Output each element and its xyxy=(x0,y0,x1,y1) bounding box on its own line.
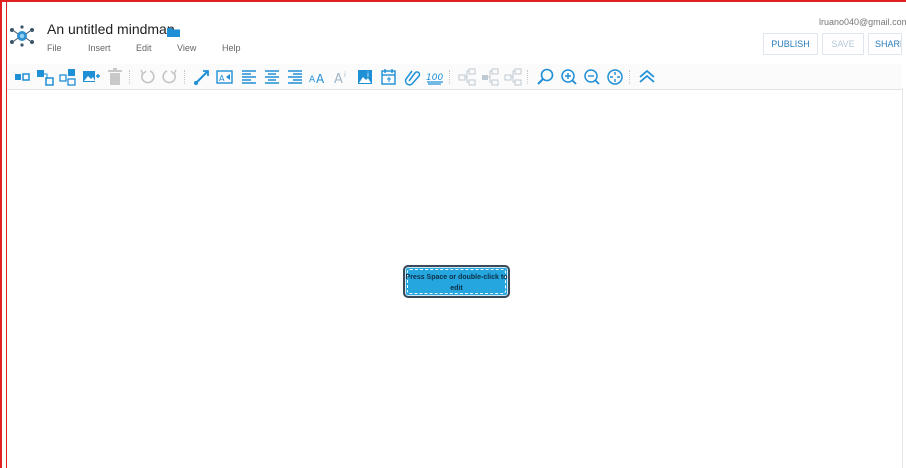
canvas-right-edge xyxy=(902,88,903,468)
add-node-icon[interactable] xyxy=(13,67,33,87)
emoji-100-icon[interactable]: 100 xyxy=(425,67,445,87)
branch-both-icon[interactable] xyxy=(503,67,523,87)
document-title[interactable]: An untitled mindmap xyxy=(47,21,175,37)
align-center-icon[interactable] xyxy=(262,67,282,87)
redo-icon[interactable] xyxy=(160,67,180,87)
folder-icon[interactable] xyxy=(167,24,180,37)
undo-icon[interactable] xyxy=(137,67,157,87)
svg-text:A: A xyxy=(316,72,325,86)
root-node-text[interactable]: Press Space or double-click to edit xyxy=(405,272,508,294)
root-node[interactable]: Press Space or double-click to edit xyxy=(403,265,510,298)
publish-button[interactable]: PUBLISH xyxy=(763,33,818,55)
font-size-icon[interactable]: AA xyxy=(308,67,328,87)
connect-icon[interactable] xyxy=(192,67,212,87)
align-right-icon[interactable] xyxy=(285,67,305,87)
textbox-icon[interactable]: A xyxy=(215,67,235,87)
share-button[interactable]: SHARE xyxy=(868,33,902,55)
branch-right-icon[interactable] xyxy=(480,67,500,87)
save-button[interactable]: SAVE xyxy=(822,33,864,55)
svg-text:i: i xyxy=(344,71,346,79)
svg-text:A: A xyxy=(334,72,343,87)
mindmap-logo-icon[interactable] xyxy=(9,25,35,47)
collapse-icon[interactable] xyxy=(637,67,657,87)
font-style-icon[interactable]: Ai xyxy=(332,67,352,87)
search-icon[interactable] xyxy=(535,67,555,87)
link-icon[interactable] xyxy=(402,67,422,87)
menu-help[interactable]: Help xyxy=(222,43,241,53)
menu-file[interactable]: File xyxy=(47,43,62,53)
zoom-in-icon[interactable] xyxy=(559,67,579,87)
menu-insert[interactable]: Insert xyxy=(88,43,111,53)
user-email[interactable]: lruano040@gmail.com xyxy=(819,17,906,27)
toolbar: A AA Ai i 100 xyxy=(7,64,902,90)
add-sibling-icon[interactable] xyxy=(58,67,78,87)
zoom-out-icon[interactable] xyxy=(582,67,602,87)
center-icon[interactable] xyxy=(605,67,625,87)
align-left-icon[interactable] xyxy=(239,67,259,87)
menu-view[interactable]: View xyxy=(177,43,196,53)
insert-image-icon[interactable] xyxy=(81,67,101,87)
svg-text:i: i xyxy=(367,71,369,79)
calendar-icon[interactable] xyxy=(379,67,399,87)
image-icon[interactable]: i xyxy=(355,67,375,87)
svg-text:A: A xyxy=(219,74,225,83)
svg-text:A: A xyxy=(309,75,316,85)
menu-edit[interactable]: Edit xyxy=(136,43,152,53)
branch-left-icon[interactable] xyxy=(457,67,477,87)
delete-icon[interactable] xyxy=(105,67,125,87)
add-child-icon[interactable] xyxy=(35,67,55,87)
